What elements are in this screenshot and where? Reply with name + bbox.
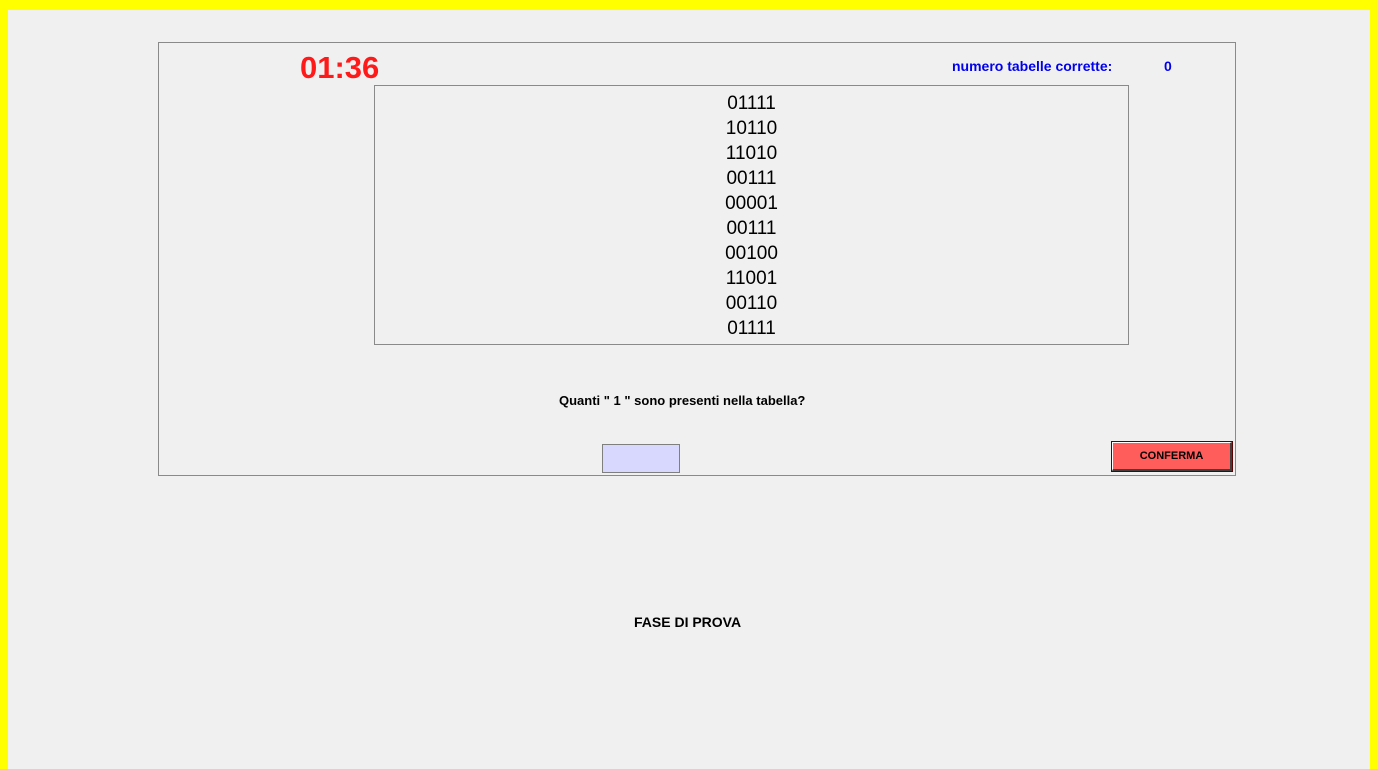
table-row: 11001 <box>725 268 778 289</box>
phase-label: FASE DI PROVA <box>634 614 742 630</box>
app-frame: 01:36 numero tabelle corrette: 0 01111 1… <box>0 0 1378 769</box>
table-row: 10110 <box>725 118 778 139</box>
binary-table-rows: 01111 10110 11010 00111 00001 00111 0010… <box>375 91 1128 341</box>
confirm-button[interactable]: CONFERMA <box>1112 442 1232 471</box>
correct-tables-label: numero tabelle corrette: <box>952 58 1113 74</box>
table-row: 00111 <box>726 218 777 239</box>
table-row: 00111 <box>726 168 777 189</box>
question-text: Quanti " 1 " sono presenti nella tabella… <box>559 393 806 408</box>
countdown-timer: 01:36 <box>300 50 380 85</box>
table-row: 00110 <box>725 293 778 314</box>
answer-input[interactable] <box>602 444 680 473</box>
table-row: 00100 <box>725 243 778 264</box>
table-row: 01111 <box>727 93 776 114</box>
table-row: 01111 <box>727 318 776 339</box>
table-row: 11010 <box>725 143 778 164</box>
correct-tables-count: 0 <box>1164 58 1172 74</box>
binary-table: 01111 10110 11010 00111 00001 00111 0010… <box>374 85 1129 345</box>
table-row: 00001 <box>725 193 778 214</box>
